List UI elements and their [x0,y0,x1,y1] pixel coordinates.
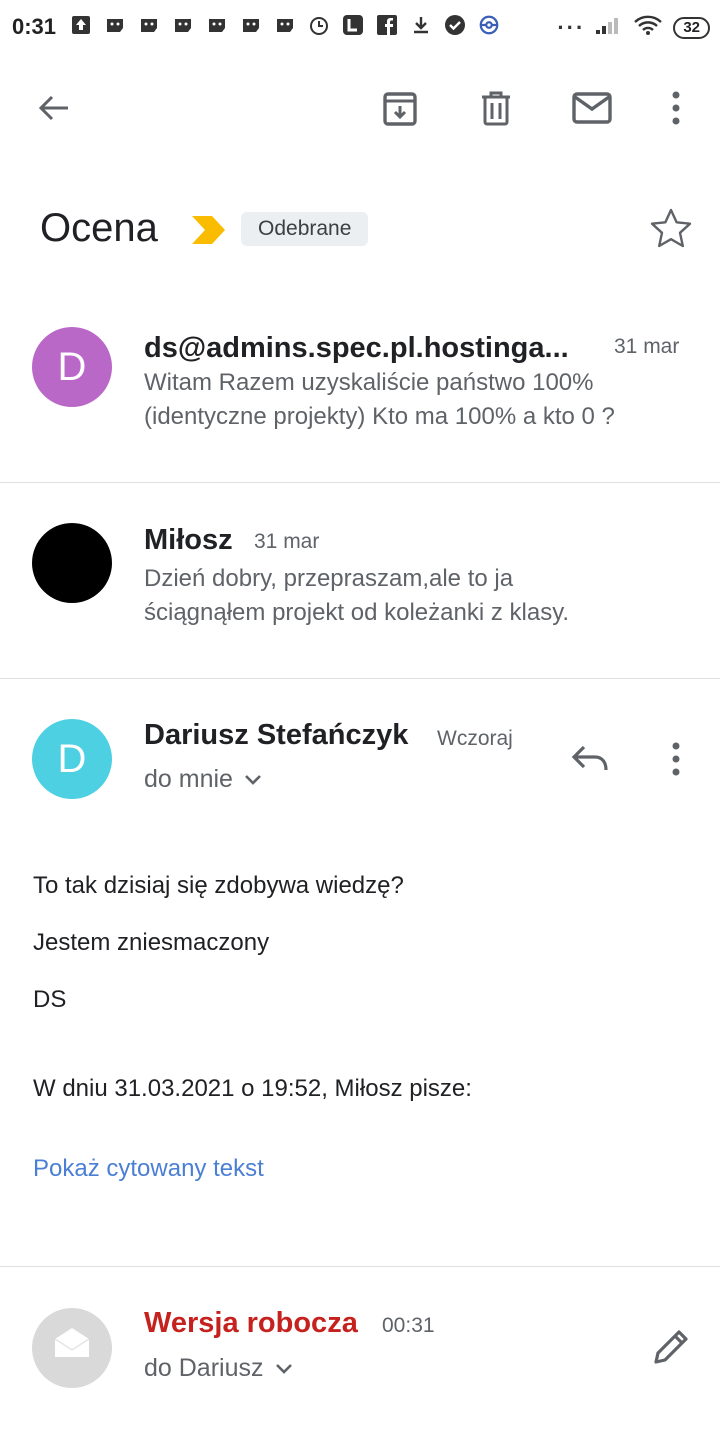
discord-icon [240,14,262,36]
avatar-letter: D [57,736,87,781]
label-chip[interactable]: Odebrane [241,212,369,246]
chevron-down-icon [274,1354,294,1383]
top-toolbar [0,78,720,142]
snippet-line: Dzień dobry, przepraszam,ale to ja [144,565,514,592]
discord-icon [172,14,194,36]
subject-row: Ocena Odebrane [0,200,720,260]
draft-avatar [32,1308,112,1388]
snippet-line: (identyczne projekty) Kto ma 100% a kto … [144,403,615,430]
download-icon [410,14,432,36]
snippet-line: ściągnąłem projekt od koleżanki z klasy. [144,599,570,626]
divider [0,1266,720,1267]
recipient-text: do mnie [144,765,233,793]
battery-indicator: 32 [673,16,710,39]
sender-name: ds@admins.spec.pl.hostinga... [144,332,569,364]
star-icon[interactable] [648,206,694,257]
upload-icon [70,14,92,36]
more-vert-icon [671,90,681,131]
mark-unread-button[interactable] [560,78,624,142]
trash-icon [479,90,513,131]
mail-icon [572,91,612,129]
recipient-text: do Dariusz [144,1354,264,1382]
more-notifications-icon: ··· [557,14,586,40]
delete-button[interactable] [464,78,528,142]
snippet-line: Witam Razem uzyskaliście państwo 100% [144,369,594,396]
app-l-icon [342,14,364,36]
body-line: DS [33,986,67,1013]
signal-icon [595,15,623,40]
status-time: 0:31 [12,14,57,39]
alarm-icon [308,14,330,36]
archive-icon [382,90,418,131]
more-vert-icon[interactable] [671,741,681,782]
discord-icon [274,14,296,36]
email-subject: Ocena [40,206,158,250]
divider [0,678,720,679]
drafts-envelope-icon [51,1323,93,1373]
message-date: 31 mar [614,335,680,358]
recipient-details-toggle[interactable]: do mnie [144,765,263,794]
status-right: ··· 32 [557,14,710,41]
avatar [32,523,112,603]
status-bar: 0:31 ··· 32 [0,0,720,56]
archive-button[interactable] [368,78,432,142]
notification-icons [70,14,500,36]
avatar-letter: D [57,344,87,389]
message-date: 31 mar [254,530,320,553]
message-snippet: Witam Razem uzyskaliście państwo 100% (i… [144,366,615,434]
facebook-icon [376,14,398,36]
draft-time: 00:31 [382,1314,435,1337]
discord-icon [138,14,160,36]
sender-name: Miłosz [144,524,233,556]
divider [0,482,720,483]
message-snippet: Dzień dobry, przepraszam,ale to ja ściąg… [144,562,569,630]
sender-name: Dariusz Stefańczyk [144,719,409,751]
avatar[interactable]: D [32,719,112,799]
discord-icon [206,14,228,36]
pokeball-icon [478,14,500,36]
quote-header: W dniu 31.03.2021 o 19:52, Miłosz pisze: [33,1075,472,1102]
body-line: To tak dzisiaj się zdobywa wiedzę? [33,872,404,899]
important-marker-icon[interactable] [192,216,226,249]
show-quoted-text-link[interactable]: Pokaż cytowany tekst [33,1155,264,1183]
draft-recipient: do Dariusz [144,1354,294,1383]
chevron-down-icon [243,765,263,794]
draft-label: Wersja robocza [144,1307,358,1339]
body-line: Jestem zniesmaczony [33,929,270,956]
edit-pencil-icon[interactable] [652,1328,690,1371]
discord-icon [104,14,126,36]
arrow-back-icon [36,90,72,131]
avatar: D [32,327,112,407]
back-button[interactable] [22,78,86,142]
message-date: Wczoraj [437,727,513,750]
check-circle-icon [444,14,466,36]
more-options-button[interactable] [644,78,708,142]
reply-icon[interactable] [570,744,612,779]
wifi-icon [633,14,663,41]
